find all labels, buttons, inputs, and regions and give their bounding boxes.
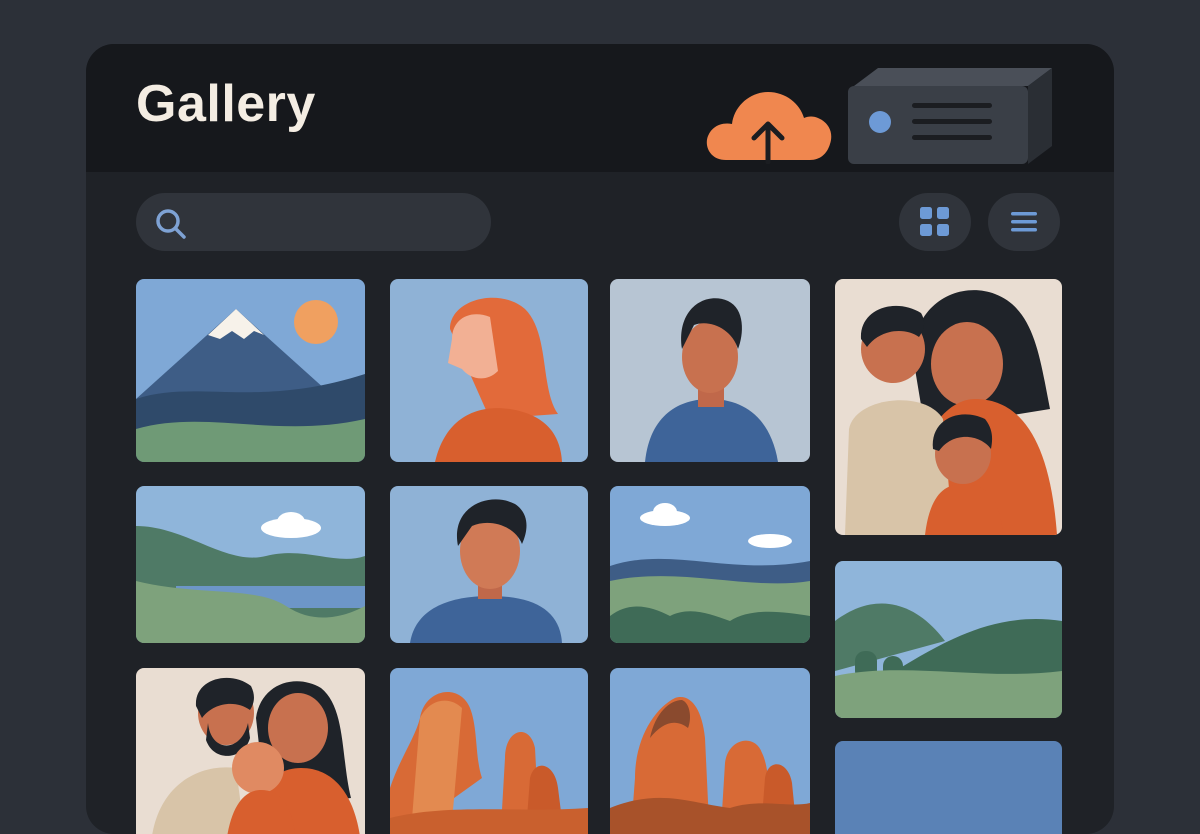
grid-view-button[interactable] — [899, 193, 971, 251]
photo-thumbnail[interactable] — [610, 668, 810, 834]
photo-thumbnail[interactable] — [390, 279, 588, 462]
cloud-upload-icon — [706, 92, 832, 165]
search-bar[interactable] — [136, 193, 491, 251]
list-view-button[interactable] — [988, 193, 1060, 251]
gallery-window: Gallery — [86, 44, 1114, 834]
photo-thumbnail[interactable] — [835, 279, 1062, 535]
upload-button[interactable] — [704, 82, 834, 165]
header: Gallery — [86, 44, 1114, 172]
photo-thumbnail[interactable] — [610, 486, 810, 643]
photo-thumbnail[interactable] — [835, 741, 1062, 834]
photo-thumbnail[interactable] — [835, 561, 1062, 718]
photo-thumbnail[interactable] — [390, 668, 588, 834]
list-view-icon — [1011, 212, 1037, 232]
page-title: Gallery — [136, 75, 316, 133]
photo-thumbnail[interactable] — [390, 486, 588, 643]
photo-thumbnail[interactable] — [136, 668, 365, 834]
storage-device-icon — [846, 62, 1056, 168]
photo-thumbnail[interactable] — [136, 279, 365, 462]
search-icon — [156, 209, 186, 239]
photo-thumbnail[interactable] — [610, 279, 810, 462]
search-input[interactable] — [196, 205, 480, 241]
grid-view-icon — [920, 207, 949, 236]
photo-thumbnail[interactable] — [136, 486, 365, 643]
